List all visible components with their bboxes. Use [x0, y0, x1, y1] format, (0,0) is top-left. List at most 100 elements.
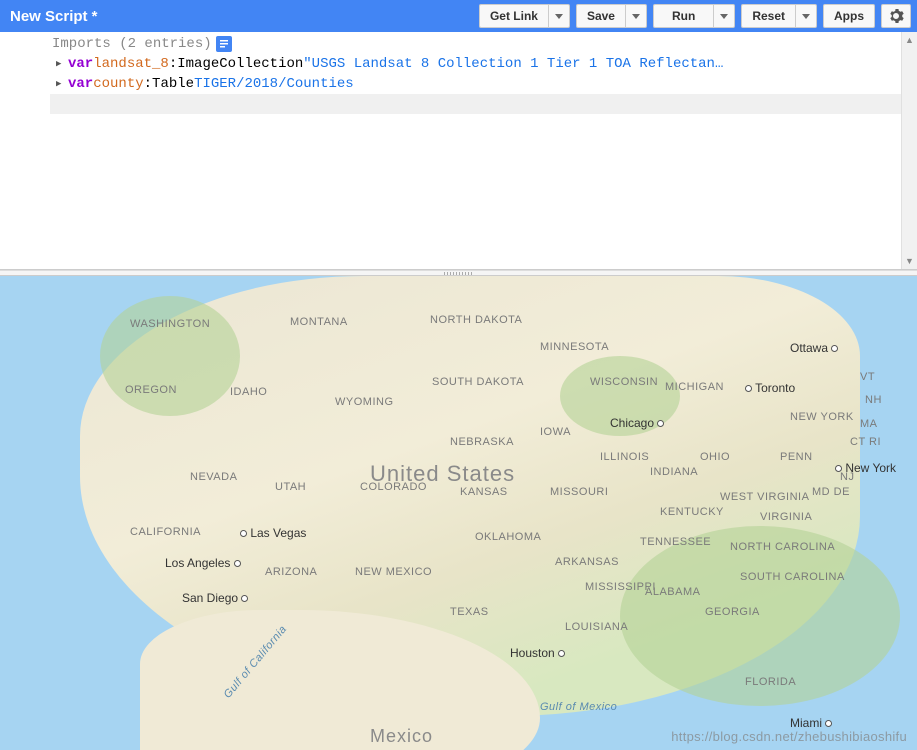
gutter — [0, 32, 50, 269]
city-label: Miami — [790, 716, 832, 730]
state-label: CALIFORNIA — [130, 526, 201, 538]
city-dot-icon — [241, 595, 248, 602]
import-row[interactable]: ▶ var landsat_8: ImageCollection "USGS La… — [50, 54, 917, 74]
state-label: KENTUCKY — [660, 506, 724, 518]
save-button[interactable]: Save — [576, 4, 625, 28]
state-label: MICHIGAN — [665, 381, 724, 393]
type: ImageCollection — [177, 56, 303, 72]
state-label: OHIO — [700, 451, 730, 463]
state-label: MONTANA — [290, 316, 348, 328]
state-label: CT RI — [850, 436, 881, 448]
city-label: San Diego — [182, 591, 248, 605]
settings-button[interactable] — [881, 4, 911, 28]
city-label: Las Vegas — [240, 526, 306, 540]
state-label: FLORIDA — [745, 676, 796, 688]
state-label: GEORGIA — [705, 606, 760, 618]
imports-label: Imports (2 entries) — [52, 36, 212, 52]
country-label-mexico: Mexico — [370, 726, 433, 747]
editor-header: New Script * Get Link Save Run Reset App… — [0, 0, 917, 32]
import-value[interactable]: TIGER/2018/Counties — [194, 76, 354, 92]
save-dropdown[interactable] — [625, 4, 647, 28]
water-label: Gulf of Mexico — [540, 701, 617, 713]
state-label: IOWA — [540, 426, 571, 438]
city-dot-icon — [745, 385, 752, 392]
state-label: MA — [860, 418, 878, 430]
scroll-up-icon[interactable]: ▲ — [902, 32, 917, 48]
script-title: New Script * — [6, 8, 479, 25]
keyword: var — [68, 76, 93, 92]
imports-header-row[interactable]: ▼ Imports (2 entries) — [50, 34, 917, 54]
run-dropdown[interactable] — [713, 4, 735, 28]
reset-dropdown[interactable] — [795, 4, 817, 28]
keyword: var — [68, 56, 93, 72]
state-label: MISSOURI — [550, 486, 608, 498]
state-label: NORTH DAKOTA — [430, 314, 522, 326]
state-label: VT — [860, 371, 875, 383]
state-label: COLORADO — [360, 481, 427, 493]
code-line[interactable]: 1 — [50, 94, 917, 114]
city-dot-icon — [558, 650, 565, 657]
state-label: OKLAHOMA — [475, 531, 541, 543]
state-label: SOUTH DAKOTA — [432, 376, 524, 388]
state-label: MD DE — [812, 486, 850, 498]
state-label: WASHINGTON — [130, 318, 210, 330]
colon: : — [169, 56, 177, 72]
city-dot-icon — [240, 530, 247, 537]
expand-icon[interactable]: ▶ — [56, 59, 64, 69]
city-dot-icon — [234, 560, 241, 567]
reset-button[interactable]: Reset — [741, 4, 795, 28]
city-dot-icon — [657, 420, 664, 427]
import-value[interactable]: "USGS Landsat 8 Collection 1 Tier 1 TOA … — [303, 56, 723, 72]
caret-down-icon — [720, 14, 728, 19]
vegetation — [100, 296, 240, 416]
state-label: WEST VIRGINIA — [720, 491, 809, 503]
map[interactable]: United States Mexico WASHINGTONMONTANANO… — [0, 276, 917, 750]
state-label: NEBRASKA — [450, 436, 514, 448]
caret-down-icon — [555, 14, 563, 19]
city-label: Houston — [510, 646, 565, 660]
state-label: WISCONSIN — [590, 376, 658, 388]
state-label: LOUISIANA — [565, 621, 628, 633]
state-label: IDAHO — [230, 386, 267, 398]
state-label: ARKANSAS — [555, 556, 619, 568]
doc-icon[interactable] — [216, 36, 232, 52]
run-button[interactable]: Run — [653, 4, 713, 28]
city-dot-icon — [831, 345, 838, 352]
state-label: NEW YORK — [790, 411, 854, 423]
state-label: TENNESSEE — [640, 536, 711, 548]
var-name: landsat_8 — [93, 56, 169, 72]
city-label: Chicago — [610, 416, 664, 430]
expand-icon[interactable]: ▶ — [56, 79, 64, 89]
type: Table — [152, 76, 194, 92]
state-label: NEW MEXICO — [355, 566, 432, 578]
city-label: Ottawa — [790, 341, 838, 355]
state-label: SOUTH CAROLINA — [740, 571, 845, 583]
state-label: NEVADA — [190, 471, 237, 483]
gear-icon — [888, 8, 904, 24]
state-label: ILLINOIS — [600, 451, 649, 463]
state-label: PENN — [780, 451, 813, 463]
apps-button[interactable]: Apps — [823, 4, 875, 28]
caret-down-icon — [802, 14, 810, 19]
state-label: TEXAS — [450, 606, 489, 618]
state-label: NH — [865, 394, 882, 406]
city-label: Los Angeles — [165, 556, 241, 570]
city-label: New York — [835, 461, 896, 475]
state-label: VIRGINIA — [760, 511, 812, 523]
code-editor[interactable]: ▼ Imports (2 entries) ▶ var landsat_8: Im… — [0, 32, 917, 270]
import-row[interactable]: ▶var county: Table TIGER/2018/Counties — [50, 74, 917, 94]
get-link-dropdown[interactable] — [548, 4, 570, 28]
get-link-button[interactable]: Get Link — [479, 4, 548, 28]
state-label: ALABAMA — [645, 586, 700, 598]
caret-down-icon — [632, 14, 640, 19]
toolbar: Get Link Save Run Reset Apps — [479, 4, 911, 28]
code-content[interactable]: ▼ Imports (2 entries) ▶ var landsat_8: Im… — [50, 32, 917, 269]
city-dot-icon — [825, 720, 832, 727]
colon: : — [144, 76, 152, 92]
city-dot-icon — [835, 465, 842, 472]
vertical-scrollbar[interactable]: ▲ ▼ — [901, 32, 917, 269]
scroll-down-icon[interactable]: ▼ — [902, 253, 917, 269]
state-label: WYOMING — [335, 396, 394, 408]
state-label: NORTH CAROLINA — [730, 541, 835, 553]
city-label: Toronto — [745, 381, 795, 395]
